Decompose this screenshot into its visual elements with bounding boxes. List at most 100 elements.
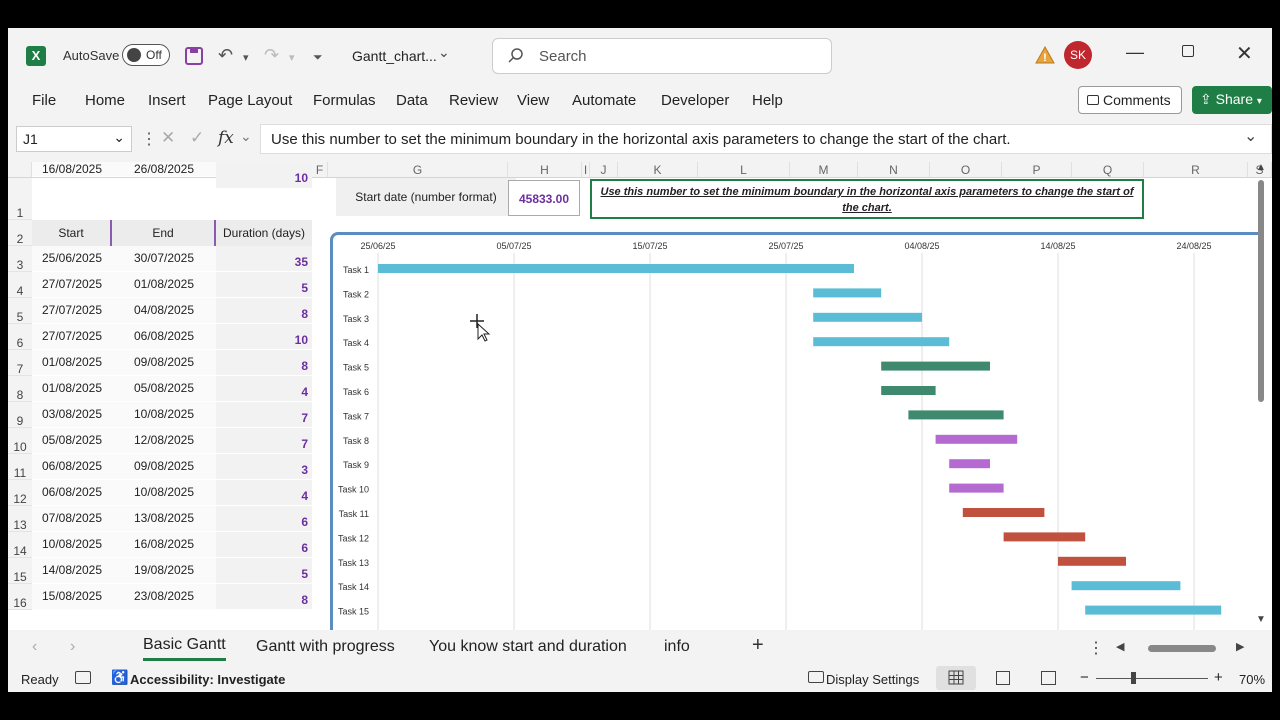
sheet-tab-basic-gantt[interactable]: Basic Gantt (143, 636, 226, 661)
start-cell[interactable]: 25/06/2025 (32, 246, 112, 272)
row-header-15[interactable]: 15 (8, 558, 32, 584)
next-sheet-icon[interactable]: › (70, 638, 75, 656)
column-header-n[interactable]: N (858, 162, 930, 178)
start-cell[interactable]: 03/08/2025 (32, 402, 112, 428)
end-cell[interactable]: 13/08/2025 (112, 506, 216, 532)
row-header-3[interactable]: 3 (8, 246, 32, 272)
accessibility-status[interactable]: Accessibility: Investigate (130, 672, 285, 687)
start-cell[interactable]: 27/07/2025 (32, 324, 112, 350)
column-header-g[interactable]: G (328, 162, 508, 178)
file-name-chevron-icon[interactable]: ⌄ (438, 44, 450, 61)
end-cell[interactable]: 16/08/2025 (112, 532, 216, 558)
end-cell[interactable]: 30/07/2025 (112, 246, 216, 272)
row-header-9[interactable]: 9 (8, 402, 32, 428)
select-all-corner[interactable] (8, 162, 32, 178)
start-cell[interactable]: 01/08/2025 (32, 350, 112, 376)
end-cell[interactable]: 06/08/2025 (112, 324, 216, 350)
horizontal-scrollbar-thumb[interactable] (1148, 645, 1216, 652)
end-cell[interactable]: 23/08/2025 (112, 584, 216, 610)
duration-cell[interactable]: 8 (216, 298, 312, 324)
task-bar[interactable] (1071, 581, 1181, 591)
selected-note-cell[interactable]: Use this number to set the minimum bound… (590, 179, 1144, 219)
file-name[interactable]: Gantt_chart... (352, 48, 437, 64)
share-button[interactable]: ⇪ Share ▾ (1192, 86, 1272, 114)
redo-icon[interactable]: ↷ (264, 46, 279, 64)
display-settings-label[interactable]: Display Settings (826, 672, 919, 687)
task-bar[interactable] (813, 288, 882, 298)
end-cell[interactable]: 04/08/2025 (112, 298, 216, 324)
gantt-chart[interactable]: 25/06/25 05/07/25 15/07/25 25/07/25 04/08/25… (330, 232, 1260, 630)
start-cell[interactable]: 06/08/2025 (32, 480, 112, 506)
row-header-6[interactable]: 6 (8, 324, 32, 350)
task-bar[interactable] (908, 410, 1004, 420)
row-header-10[interactable]: 10 (8, 428, 32, 454)
start-cell[interactable]: 10/08/2025 (32, 532, 112, 558)
duration-cell[interactable]: 8 (216, 584, 312, 610)
undo-dropdown-icon[interactable]: ▾ (243, 49, 249, 67)
start-cell[interactable]: 14/08/2025 (32, 558, 112, 584)
customize-toolbar-icon[interactable]: ⏷ (313, 48, 323, 66)
search-box[interactable]: Search (492, 38, 832, 74)
avatar[interactable]: SK (1064, 41, 1092, 69)
enter-icon[interactable]: ✓ (190, 128, 204, 148)
zoom-level[interactable]: 70% (1239, 672, 1265, 687)
start-cell[interactable]: 27/07/2025 (32, 272, 112, 298)
column-header-j[interactable]: J (590, 162, 618, 178)
start-cell[interactable]: 15/08/2025 (32, 584, 112, 610)
row-header-1[interactable]: 1 (8, 178, 32, 220)
tab-automate[interactable]: Automate (572, 92, 636, 109)
sheet-options-icon[interactable]: ⋮ (1088, 638, 1104, 658)
task-bar[interactable] (949, 459, 990, 469)
start-cell[interactable]: 05/08/2025 (32, 428, 112, 454)
autosave-toggle[interactable]: Off (122, 44, 170, 66)
page-layout-view-icon[interactable] (996, 671, 1010, 685)
worksheet[interactable]: CDEFGHIJKLMNOPQRS 1234567891011121314151… (8, 162, 1272, 630)
start-cell[interactable]: 27/07/2025 (32, 298, 112, 324)
display-settings-icon[interactable] (808, 671, 824, 683)
row-header-7[interactable]: 7 (8, 350, 32, 376)
end-cell[interactable]: 09/08/2025 (112, 350, 216, 376)
row-header-12[interactable]: 12 (8, 480, 32, 506)
name-box[interactable]: J1 ⌄ (16, 126, 132, 152)
more-options-icon[interactable]: ⋮ (141, 129, 157, 149)
start-cell[interactable]: 16/08/2025 (32, 162, 112, 177)
column-header-o[interactable]: O (930, 162, 1002, 178)
duration-cell[interactable]: 5 (216, 558, 312, 584)
duration-cell[interactable]: 6 (216, 506, 312, 532)
task-bar[interactable] (935, 434, 1018, 444)
macro-record-icon[interactable] (75, 671, 91, 684)
sheet-tab-info[interactable]: info (664, 638, 690, 656)
row-header-16[interactable]: 16 (8, 584, 32, 610)
tab-page-layout[interactable]: Page Layout (208, 92, 292, 109)
sheet-tab-gantt-with-progress[interactable]: Gantt with progress (256, 638, 395, 656)
zoom-in-icon[interactable]: + (1214, 669, 1223, 686)
task-bar[interactable] (378, 264, 854, 273)
vertical-scrollbar-thumb[interactable] (1258, 180, 1264, 402)
end-cell[interactable]: 09/08/2025 (112, 454, 216, 480)
tab-help[interactable]: Help (752, 92, 783, 109)
normal-view-icon[interactable] (936, 666, 976, 690)
undo-icon[interactable]: ↶ (218, 46, 233, 64)
task-bar[interactable] (1085, 605, 1222, 615)
duration-cell[interactable]: 7 (216, 402, 312, 428)
duration-cell[interactable]: 3 (216, 454, 312, 480)
tab-formulas[interactable]: Formulas (313, 92, 376, 109)
duration-cell[interactable]: 8 (216, 350, 312, 376)
task-bar[interactable] (813, 337, 950, 347)
tab-home[interactable]: Home (85, 92, 125, 109)
tab-insert[interactable]: Insert (148, 92, 186, 109)
column-header-p[interactable]: P (1002, 162, 1072, 178)
column-header-m[interactable]: M (790, 162, 858, 178)
end-cell[interactable]: 10/08/2025 (112, 402, 216, 428)
redo-dropdown-icon[interactable]: ▾ (289, 49, 295, 67)
duration-cell[interactable]: 4 (216, 480, 312, 506)
end-cell[interactable]: 05/08/2025 (112, 376, 216, 402)
task-bar[interactable] (962, 508, 1045, 517)
row-header-8[interactable]: 8 (8, 376, 32, 402)
scroll-right-icon[interactable]: ▶ (1236, 640, 1244, 653)
start-date-value[interactable]: 45833.00 (508, 180, 580, 216)
accessibility-icon[interactable]: ♿ (111, 669, 128, 686)
cancel-icon[interactable]: ✕ (161, 128, 175, 148)
duration-cell[interactable]: 6 (216, 532, 312, 558)
comments-button[interactable]: Comments (1078, 86, 1182, 114)
